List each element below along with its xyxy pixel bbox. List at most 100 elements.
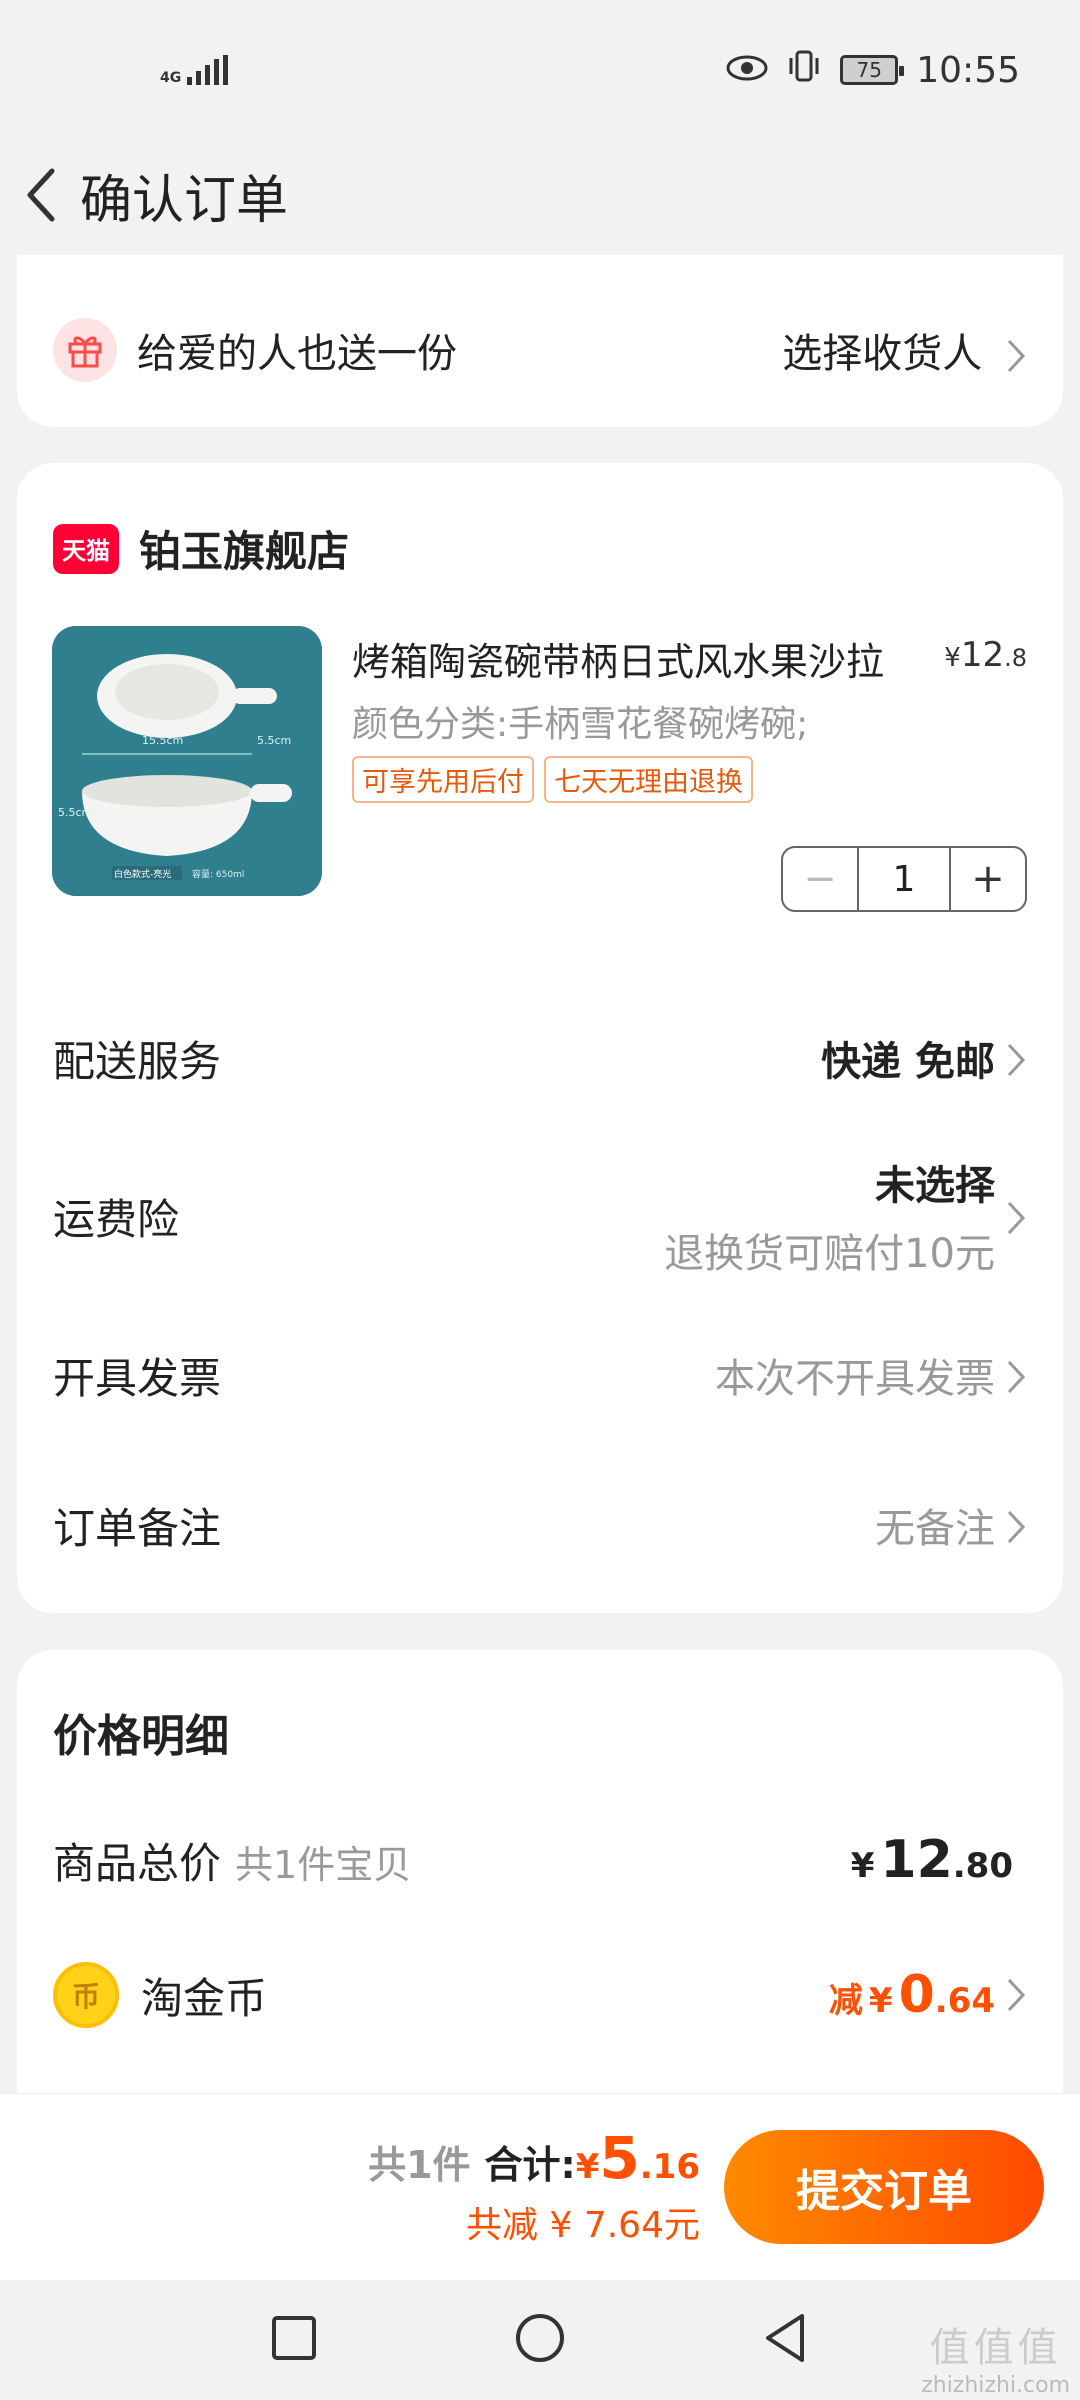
goods-total-row: 商品总价 共1件宝贝 ¥12.80: [53, 1820, 1027, 1900]
eye-icon: [726, 50, 768, 91]
coin-icon: 币: [53, 1962, 119, 2028]
shop-row[interactable]: 天猫 铂玉旗舰店: [53, 518, 349, 579]
insurance-row[interactable]: 运费险 未选择 退换货可赔付10元: [53, 1146, 1027, 1286]
product-price-int: 12: [960, 635, 1005, 675]
image-label-width: 15.5cm: [142, 734, 184, 747]
coin-prefix: 减: [828, 1981, 863, 2021]
delivery-value: 快递 免邮: [821, 1039, 995, 1085]
goods-total-symbol: ¥: [850, 1846, 875, 1886]
summary-total-symbol: ¥: [575, 2147, 600, 2187]
bottom-bar: 共1件 合计: ¥5.16 共减 ¥ 7.64元 提交订单: [0, 2093, 1080, 2280]
chevron-right-icon: [1005, 331, 1027, 377]
chevron-left-icon: [27, 168, 55, 222]
watermark-glyphs: 值值值: [929, 2325, 1062, 2371]
network-type: 4G: [160, 70, 182, 86]
clock: 10:55: [916, 49, 1020, 91]
price-detail-title: 价格明细: [53, 1711, 229, 1762]
summary-total-label: 合计:: [484, 2143, 576, 2187]
coin-dec: .64: [934, 1981, 995, 2021]
summary-total: ¥5.16: [576, 2124, 700, 2192]
remark-label: 订单备注: [53, 1503, 222, 1553]
goods-total-dec: .80: [952, 1846, 1013, 1886]
invoice-value-wrap: 本次不开具发票: [715, 1346, 1027, 1404]
invoice-value: 本次不开具发票: [715, 1356, 995, 1402]
summary-total-dec: .16: [639, 2147, 700, 2187]
signal-indicator: 4G: [160, 55, 229, 86]
home-button[interactable]: [512, 2310, 568, 2370]
quantity-decrease-button[interactable]: −: [783, 848, 857, 910]
signal-bars-icon: [187, 55, 229, 85]
tag-pay-later: 可享先用后付: [352, 756, 534, 803]
quantity-increase-button[interactable]: +: [951, 848, 1025, 910]
summary-count: 共1件: [368, 2143, 471, 2187]
remark-value: 无备注: [875, 1506, 995, 1552]
shop-name: 铂玉旗舰店: [139, 527, 350, 576]
gift-icon: [53, 318, 117, 382]
invoice-row[interactable]: 开具发票 本次不开具发票: [53, 1335, 1027, 1415]
product-sku[interactable]: 颜色分类:手柄雪花餐碗烤碗;: [352, 695, 808, 747]
product-price: ¥12.8: [944, 635, 1027, 675]
summary-saved: 共减 ¥ 7.64元: [466, 2205, 700, 2246]
submit-order-button[interactable]: 提交订单: [724, 2130, 1044, 2244]
system-nav-bar: 值值值 zhizhizhi.com: [0, 2280, 1080, 2400]
coin-int: 0: [898, 1965, 935, 2025]
service-tags: 可享先用后付 七天无理由退换: [352, 756, 753, 803]
product-title[interactable]: 烤箱陶瓷碗带柄日式风水果沙拉: [352, 631, 912, 686]
triangle-back-icon: [766, 2314, 804, 2362]
goods-total-label: 商品总价: [53, 1838, 222, 1888]
header: 确认订单: [0, 140, 1080, 250]
back-nav-button[interactable]: [758, 2310, 814, 2370]
insurance-value: 未选择: [875, 1163, 995, 1209]
quantity-stepper: − 1 +: [781, 846, 1027, 912]
recents-button[interactable]: [266, 2310, 322, 2370]
status-bar: 4G 75 10:55: [0, 0, 1080, 140]
image-label-height: 5.5cm: [58, 806, 93, 819]
select-recipient-link[interactable]: 选择收货人: [782, 321, 1027, 379]
gift-label: 给爱的人也送一份: [137, 331, 457, 377]
goods-total-int: 12: [880, 1830, 953, 1890]
delivery-row[interactable]: 配送服务 快递 免邮: [53, 1018, 1027, 1098]
order-summary: 共1件 合计: ¥5.16 共减 ¥ 7.64元: [368, 2124, 700, 2248]
gift-card: 给爱的人也送一份 选择收货人: [17, 255, 1063, 427]
delivery-value-wrap: 快递 免邮: [821, 1029, 1027, 1087]
select-recipient-label: 选择收货人: [782, 331, 983, 377]
chevron-right-icon: [1005, 1502, 1027, 1548]
chevron-right-icon: [1005, 1193, 1027, 1239]
coin-symbol: ¥: [868, 1981, 893, 2021]
chevron-right-icon: [1005, 1035, 1027, 1081]
order-card: 天猫 铂玉旗舰店 15.5cm 5.5cm 5.5cm 白色款式-亮光 容量: …: [17, 463, 1063, 1613]
remark-row[interactable]: 订单备注 无备注: [53, 1485, 1027, 1565]
remark-value-wrap: 无备注: [875, 1496, 1027, 1554]
product-image[interactable]: 15.5cm 5.5cm 5.5cm 白色款式-亮光 容量: 650ml: [52, 626, 322, 896]
tag-seven-day-return: 七天无理由退换: [544, 756, 753, 803]
quantity-value[interactable]: 1: [857, 848, 951, 910]
chevron-right-icon: [1005, 1976, 1027, 2014]
image-label-name: 白色款式-亮光: [114, 870, 172, 880]
tmall-logo: 天猫: [53, 523, 119, 574]
square-icon: [272, 2316, 316, 2360]
insurance-label: 运费险: [53, 1194, 180, 1244]
watermark: 值值值 zhizhizhi.com: [921, 2315, 1070, 2398]
coin-discount: 减 ¥ 0.64: [829, 1965, 995, 2025]
goods-count: 共1件宝贝: [235, 1842, 412, 1887]
vibrate-icon: [786, 49, 822, 92]
insurance-sub: 退换货可赔付10元: [664, 1231, 995, 1277]
delivery-label: 配送服务: [53, 1036, 222, 1086]
goods-total-price: ¥12.80: [851, 1830, 1013, 1890]
coin-label: 淘金币: [141, 1973, 268, 2023]
image-label-capacity: 容量: 650ml: [192, 870, 245, 880]
watermark-site: zhizhizhi.com: [921, 2373, 1070, 2398]
circle-icon: [516, 2314, 564, 2362]
battery-icon: 75: [840, 55, 905, 85]
coin-row[interactable]: 币 淘金币 减 ¥ 0.64: [53, 1955, 1027, 2035]
invoice-label: 开具发票: [53, 1353, 222, 1403]
insurance-value-wrap: 未选择 退换货可赔付10元: [664, 1153, 1027, 1279]
image-label-handle: 5.5cm: [257, 734, 292, 747]
product-price-symbol: ¥: [944, 643, 961, 673]
page-title: 确认订单: [80, 170, 289, 231]
back-button[interactable]: [10, 155, 70, 235]
gift-row[interactable]: 给爱的人也送一份 选择收货人: [53, 315, 1027, 385]
product-price-dec: .8: [1004, 644, 1027, 672]
chevron-right-icon: [1005, 1352, 1027, 1398]
summary-total-int: 5: [599, 2124, 640, 2192]
